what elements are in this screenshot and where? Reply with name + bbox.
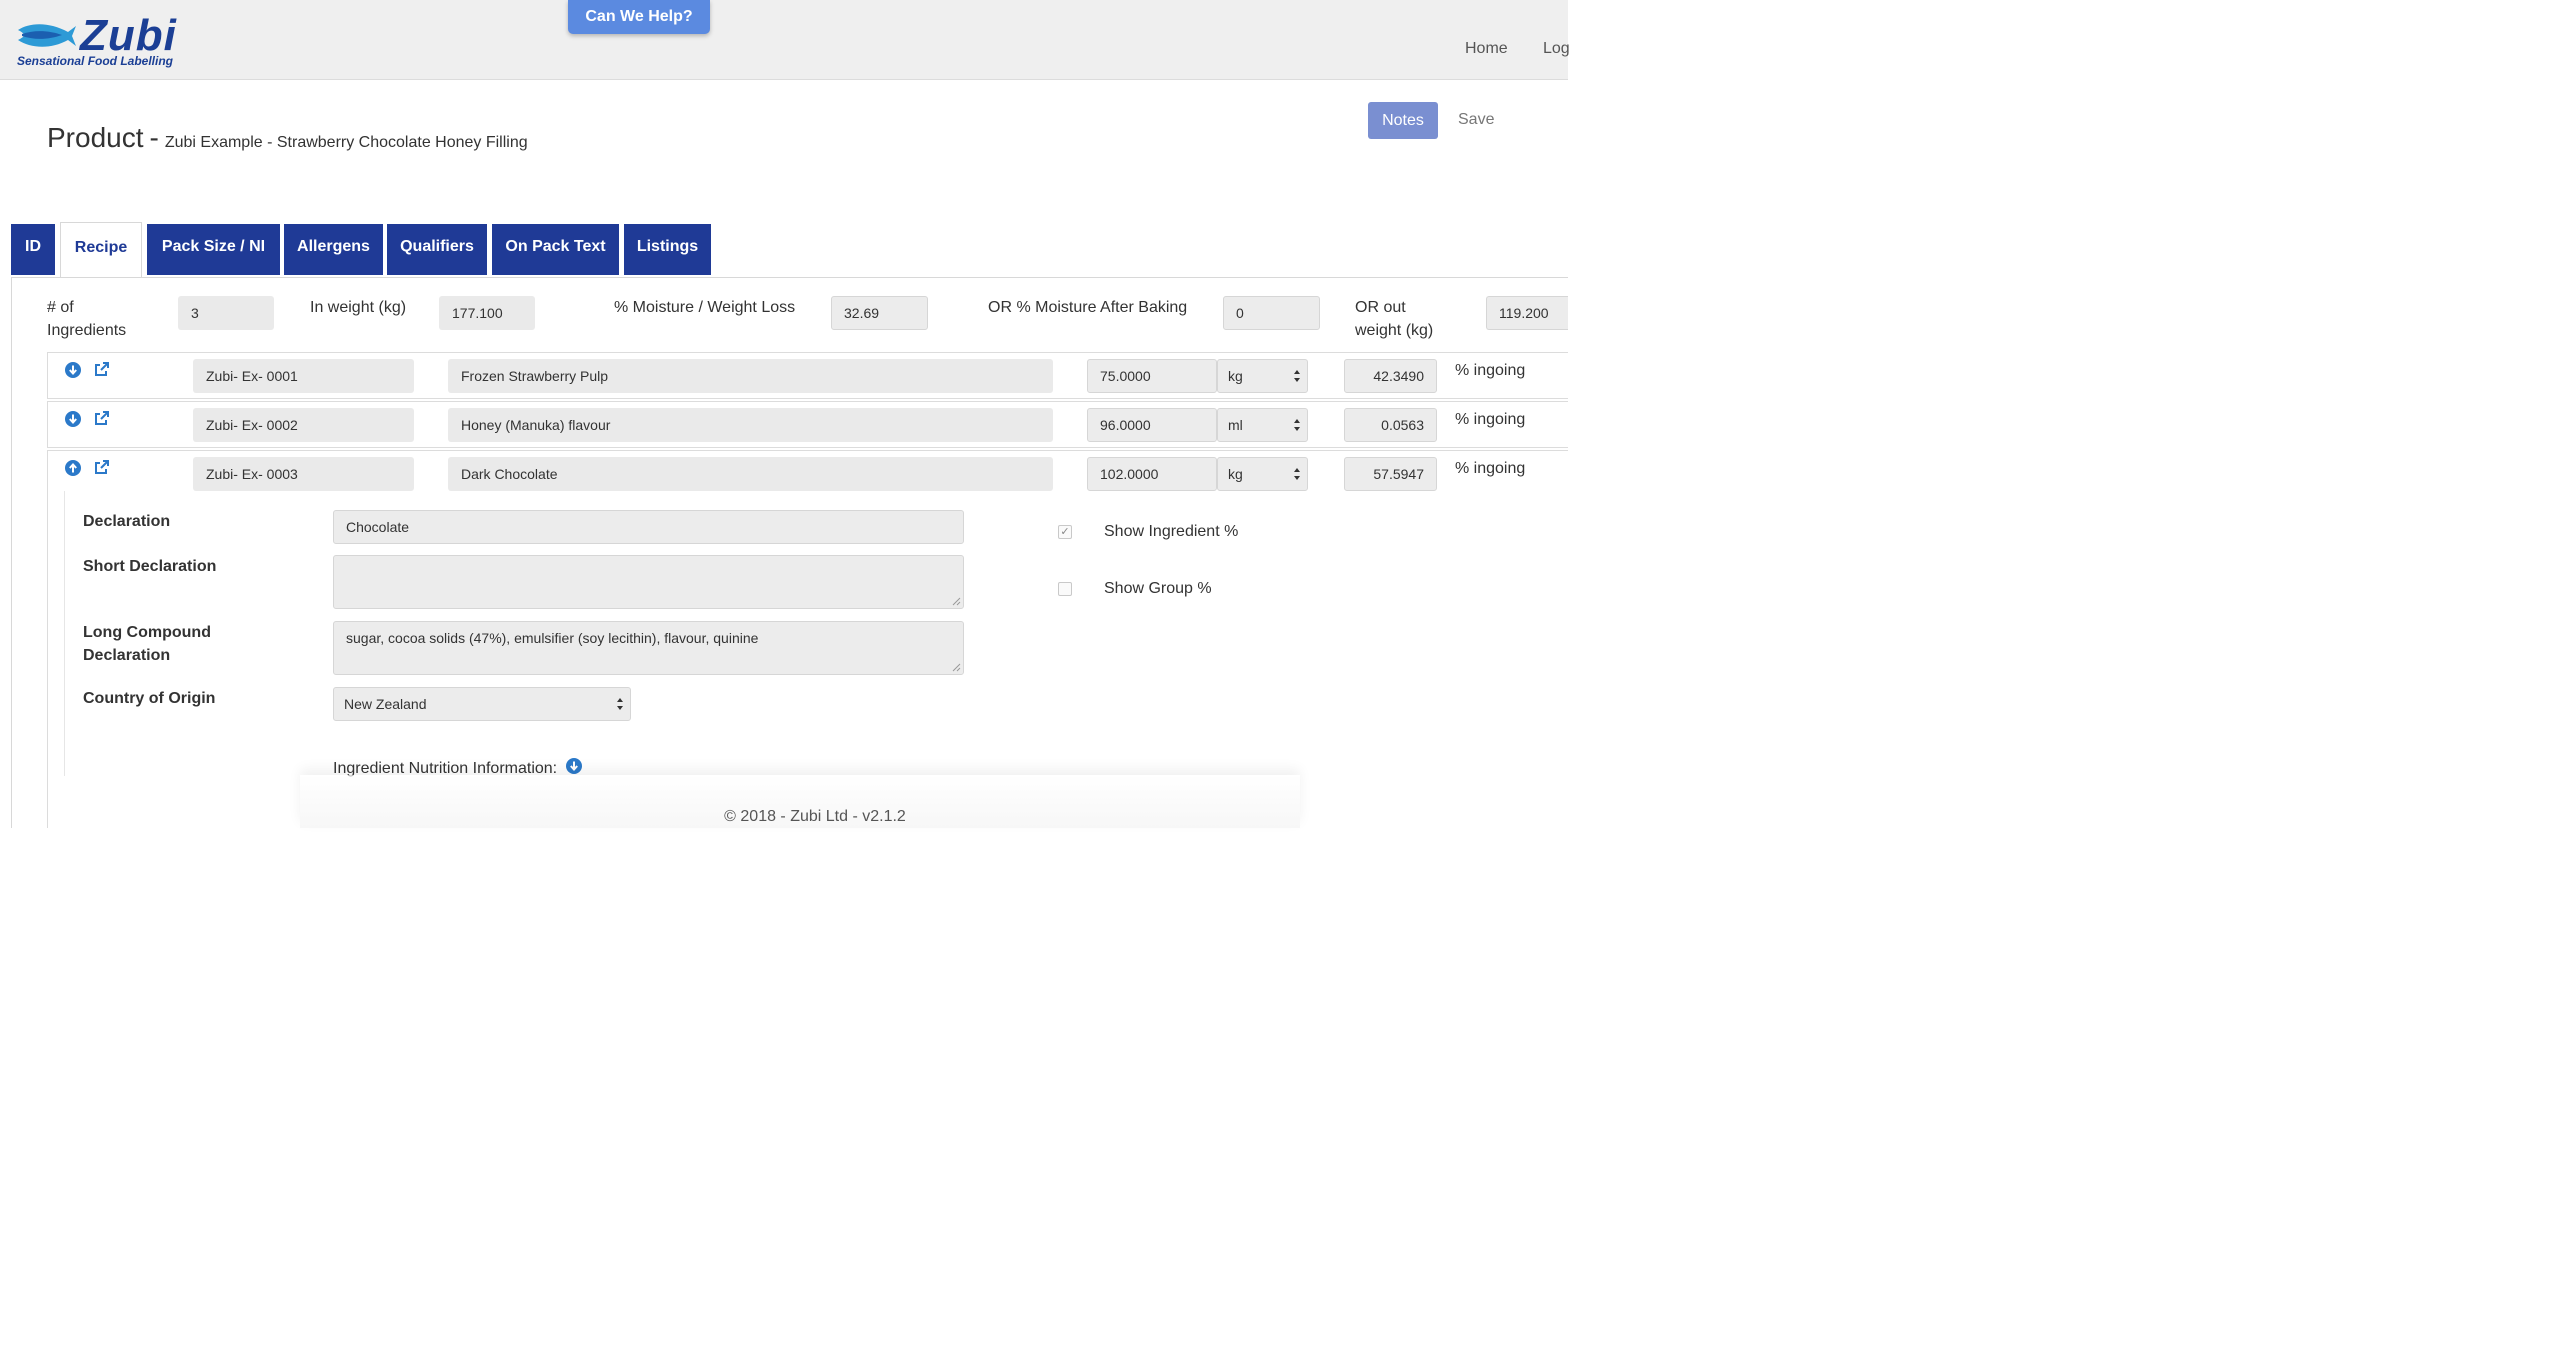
footer-copyright: © 2018 - Zubi Ltd - v2.1.2 [724,808,906,825]
percent-ingoing-label: % ingoing [1455,460,1526,477]
show-ingredient-pct-checkbox[interactable]: ✓ [1058,525,1072,539]
nav-login-link[interactable]: Log [1543,40,1570,58]
moisture-label: % Moisture / Weight Loss [614,299,796,316]
ingredient-qty[interactable]: 102.0000 [1087,457,1217,491]
select-arrows-icon [1294,419,1300,431]
short-declaration-label: Short Declaration [83,558,217,575]
tab-pack-size-ni[interactable]: Pack Size / NI [147,224,280,275]
country-origin-label: Country of Origin [83,690,216,707]
num-ingredients-label-line2: Ingredients [47,322,127,339]
tab-listings[interactable]: Listings [624,224,711,275]
num-ingredients-field[interactable]: 3 [178,296,274,330]
moisture-baking-label: OR % Moisture After Baking [988,299,1188,316]
brand-name: Zubi [80,11,177,60]
checkmark-icon: ✓ [1060,526,1070,538]
tab-divider [11,277,1568,278]
ingredient-unit-select[interactable]: kg [1217,359,1308,393]
tab-qualifiers[interactable]: Qualifiers [387,224,487,275]
num-ingredients-label-line1: # of [47,299,74,316]
fish-logo-icon [18,24,76,47]
moisture-baking-field[interactable]: 0 [1223,296,1320,330]
long-declaration-label-line1: Long Compound [83,624,211,641]
show-group-pct-checkbox[interactable] [1058,582,1072,596]
brand-tagline: Sensational Food Labelling [17,54,174,68]
ingredient-unit-select[interactable]: kg [1217,457,1308,491]
external-link-icon[interactable] [94,459,110,475]
page-title: Product - Zubi Example - Strawberry Chocol… [47,122,528,154]
ingredient-qty[interactable]: 96.0000 [1087,408,1217,442]
ingredient-name[interactable]: Frozen Strawberry Pulp [448,359,1053,393]
ingredient-percent[interactable]: 0.0563 [1344,408,1437,442]
show-ingredient-pct-label: Show Ingredient % [1104,523,1239,540]
arrow-down-circle-icon[interactable] [65,362,81,378]
resize-grip-icon[interactable] [952,597,961,606]
long-declaration-label-line2: Declaration [83,647,171,664]
select-arrows-icon [1294,468,1300,480]
ingredient-percent[interactable]: 57.5947 [1344,457,1437,491]
ingredient-unit-select[interactable]: ml [1217,408,1308,442]
country-origin-value: New Zealand [344,696,427,712]
select-arrows-icon [617,698,623,710]
ingredient-code[interactable]: Zubi- Ex- 0002 [193,408,414,442]
detail-divider [64,491,65,776]
resize-grip-icon[interactable] [952,663,961,672]
tab-id[interactable]: ID [11,224,55,275]
zubi-logo[interactable]: Zubi Sensational Food Labelling [16,11,186,72]
declaration-input[interactable]: Chocolate [333,510,964,544]
title-separator: - [149,122,159,153]
ingredient-code[interactable]: Zubi- Ex- 0003 [193,457,414,491]
declaration-label: Declaration [83,513,171,530]
save-button[interactable]: Save [1458,111,1494,129]
in-weight-field[interactable]: 177.100 [439,296,535,330]
ingredient-row: Zubi- Ex- 0001 Frozen Strawberry Pulp 75… [47,352,1568,399]
ingredient-qty[interactable]: 75.0000 [1087,359,1217,393]
can-we-help-button[interactable]: Can We Help? [568,0,710,34]
ingredient-row: Zubi- Ex- 0002 Honey (Manuka) flavour 96… [47,401,1568,448]
out-weight-field[interactable]: 119.200 [1486,296,1568,330]
arrow-up-circle-icon[interactable] [65,460,81,476]
percent-ingoing-label: % ingoing [1455,411,1526,428]
num-ingredients-label: # of Ingredients [47,296,126,342]
top-navbar: Zubi Sensational Food Labelling Can We H… [0,0,1570,80]
ingredient-percent[interactable]: 42.3490 [1344,359,1437,393]
long-declaration-textarea[interactable]: sugar, cocoa solids (47%), emulsifier (s… [333,621,964,675]
panel-border [11,277,12,828]
ingredient-unit-value: ml [1228,417,1243,433]
select-arrows-icon [1294,370,1300,382]
country-origin-select[interactable]: New Zealand [333,687,631,721]
ingredient-name[interactable]: Honey (Manuka) flavour [448,408,1053,442]
tab-on-pack-text[interactable]: On Pack Text [492,224,619,275]
external-link-icon[interactable] [94,410,110,426]
nav-home-link[interactable]: Home [1465,40,1508,58]
page-title-label: Product [47,122,144,153]
product-name: Zubi Example - Strawberry Chocolate Hone… [164,134,528,151]
show-group-pct-label: Show Group % [1104,580,1212,597]
out-weight-label: OR out weight (kg) [1355,296,1433,342]
short-declaration-textarea[interactable] [333,555,964,609]
ingredient-unit-value: kg [1228,466,1243,482]
ingredient-code[interactable]: Zubi- Ex- 0001 [193,359,414,393]
moisture-field[interactable]: 32.69 [831,296,928,330]
out-weight-label-line1: OR out [1355,299,1406,316]
tab-allergens[interactable]: Allergens [284,224,383,275]
tab-recipe[interactable]: Recipe [60,222,142,277]
in-weight-label: In weight (kg) [310,299,407,316]
external-link-icon[interactable] [94,361,110,377]
long-declaration-value: sugar, cocoa solids (47%), emulsifier (s… [346,630,759,646]
percent-ingoing-label: % ingoing [1455,362,1526,379]
ingredient-name[interactable]: Dark Chocolate [448,457,1053,491]
notes-button[interactable]: Notes [1368,102,1438,139]
arrow-down-circle-icon[interactable] [565,758,582,774]
long-declaration-label: Long Compound Declaration [83,621,211,667]
arrow-down-circle-icon[interactable] [65,411,81,427]
ingredient-unit-value: kg [1228,368,1243,384]
out-weight-label-line2: weight (kg) [1355,322,1434,339]
